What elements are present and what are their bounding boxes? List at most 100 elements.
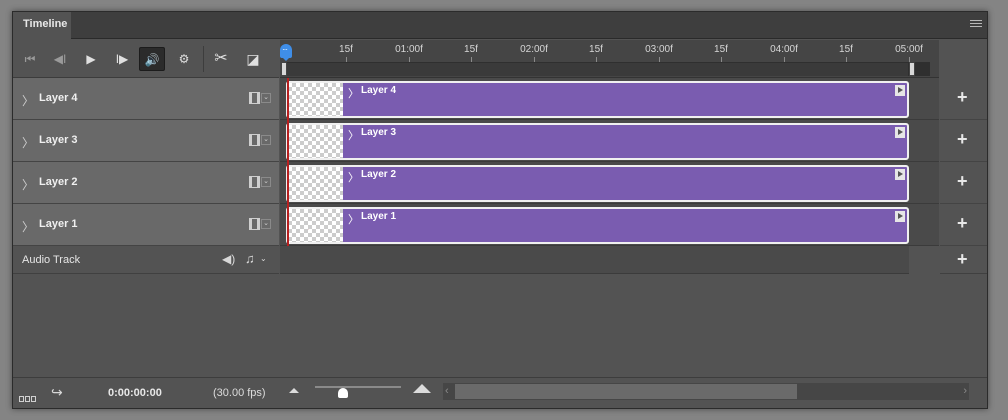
work-area-bar[interactable] [283, 62, 915, 76]
previous-frame-button[interactable]: ◀I [47, 47, 73, 71]
add-audio-button[interactable]: + [957, 249, 968, 270]
track-row: 〉 Layer 1 ⌄ . 〉 Layer 1 + [13, 204, 987, 246]
first-frame-button[interactable]: ⏮ [17, 47, 43, 71]
audio-track-header[interactable]: Audio Track ◀) ♫ ⌄ [13, 246, 279, 274]
expand-chevron-icon[interactable]: 〉 [22, 176, 34, 193]
chevron-down-icon[interactable]: ⌄ [261, 135, 271, 145]
clip-thumbnail: . [288, 209, 343, 242]
track-lane[interactable]: . 〉 Layer 4 [280, 78, 939, 120]
zoom-out-icon[interactable] [289, 388, 299, 393]
audio-track-row: Audio Track ◀) ♫ ⌄ + [13, 246, 987, 274]
clip-name: Layer 1 [361, 211, 397, 222]
scrollbar-thumb[interactable] [455, 384, 797, 399]
clip-chevron-icon[interactable]: 〉 [348, 85, 359, 101]
ruler-tick-label: 15f [339, 44, 353, 55]
chevron-down-icon[interactable]: ⌄ [261, 219, 271, 229]
track-row: 〉 Layer 3 ⌄ . 〉 Layer 3 + [13, 120, 987, 162]
track-header[interactable]: 〉 Layer 2 ⌄ [13, 162, 279, 204]
clip-name: Layer 4 [361, 85, 397, 96]
video-clip[interactable]: . 〉 Layer 2 [286, 165, 909, 202]
ruler-tick-label: 15f [589, 44, 603, 55]
track-name: Layer 3 [39, 134, 78, 146]
clip-name: Layer 3 [361, 127, 397, 138]
expand-chevron-icon[interactable]: 〉 [22, 218, 34, 235]
ruler-tick-label: 02:00f [520, 44, 548, 55]
ruler-tick-label: 05:00f [895, 44, 923, 55]
ruler-tick-label: 15f [714, 44, 728, 55]
panel-tab-bar: Timeline [13, 12, 987, 39]
track-header[interactable]: 〉 Layer 1 ⌄ [13, 204, 279, 246]
video-clip[interactable]: . 〉 Layer 1 [286, 207, 909, 244]
clip-options-icon[interactable] [895, 169, 905, 180]
track-name: Layer 2 [39, 176, 78, 188]
clip-chevron-icon[interactable]: 〉 [348, 169, 359, 185]
add-media-button[interactable]: + [957, 171, 968, 192]
frame-animation-icon[interactable] [19, 389, 39, 402]
audio-track-lane[interactable] [280, 246, 909, 274]
ruler-tick-label: 04:00f [770, 44, 798, 55]
panel-menu-icon[interactable] [970, 20, 982, 30]
clip-options-icon[interactable] [895, 85, 905, 96]
horizontal-scrollbar[interactable]: ‹ › [443, 383, 969, 400]
add-audio-column: + [940, 246, 987, 274]
next-frame-button[interactable]: I▶ [109, 47, 135, 71]
audio-toggle-button[interactable]: 🔊 [139, 47, 165, 71]
speaker-icon[interactable]: ◀) [222, 252, 235, 266]
ruler-tick-label: 01:00f [395, 44, 423, 55]
work-area-start-handle[interactable] [281, 62, 287, 76]
video-clip[interactable]: . 〉 Layer 3 [286, 123, 909, 160]
track-name: Layer 4 [39, 92, 78, 104]
timeline-panel: Timeline ⏮ ◀I ▶ I▶ 🔊 ⚙ ✂ ◪ 15f 01:00f 15… [12, 11, 988, 409]
film-strip-icon[interactable] [249, 92, 260, 104]
toolbar-divider [203, 46, 204, 72]
chevron-down-icon[interactable]: ⌄ [261, 177, 271, 187]
clip-chevron-icon[interactable]: 〉 [348, 127, 359, 143]
split-scissors-icon[interactable]: ✂ [208, 47, 234, 71]
chevron-down-icon[interactable]: ⌄ [260, 254, 267, 263]
tab-timeline[interactable]: Timeline [13, 12, 71, 39]
add-media-button[interactable]: + [957, 87, 968, 108]
clip-options-icon[interactable] [895, 127, 905, 138]
film-strip-icon[interactable] [249, 134, 260, 146]
ruler-tick-label: 15f [839, 44, 853, 55]
time-ruler[interactable]: 15f 01:00f 15f 02:00f 15f 03:00f 15f 04:… [280, 40, 939, 78]
frame-rate-display: (30.00 fps) [213, 387, 266, 399]
work-area-end-handle[interactable] [909, 62, 915, 76]
expand-chevron-icon[interactable]: 〉 [22, 134, 34, 151]
transition-icon[interactable]: ◪ [240, 47, 266, 71]
current-time-display[interactable]: 0:00:00:00 [108, 387, 162, 399]
clip-name: Layer 2 [361, 169, 397, 180]
add-media-column: + [940, 204, 987, 246]
add-media-button[interactable]: + [957, 213, 968, 234]
clip-thumbnail: . [288, 83, 343, 116]
track-header[interactable]: 〉 Layer 4 ⌄ [13, 78, 279, 120]
play-button[interactable]: ▶ [78, 47, 104, 71]
zoom-slider-track[interactable] [315, 386, 401, 388]
clip-chevron-icon[interactable]: 〉 [348, 211, 359, 227]
track-row: 〉 Layer 2 ⌄ . 〉 Layer 2 + [13, 162, 987, 204]
ruler-right-gutter [940, 40, 987, 78]
track-lane[interactable]: . 〉 Layer 2 [280, 162, 939, 204]
track-lane[interactable]: . 〉 Layer 1 [280, 204, 939, 246]
track-row: 〉 Layer 4 ⌄ . 〉 Layer 4 + [13, 78, 987, 120]
track-header[interactable]: 〉 Layer 3 ⌄ [13, 120, 279, 162]
clip-options-icon[interactable] [895, 211, 905, 222]
add-media-button[interactable]: + [957, 129, 968, 150]
music-note-icon[interactable]: ♫ [245, 251, 255, 266]
expand-chevron-icon[interactable]: 〉 [22, 92, 34, 109]
convert-arrow-icon[interactable]: ↪ [51, 384, 63, 401]
playhead-line [287, 78, 289, 274]
scroll-left-icon[interactable]: ‹ [445, 385, 449, 397]
settings-gear-icon[interactable]: ⚙ [171, 47, 197, 71]
add-media-column: + [940, 120, 987, 162]
film-strip-icon[interactable] [249, 176, 260, 188]
zoom-slider-knob[interactable] [338, 388, 348, 398]
playhead-handle[interactable]: ··· [280, 44, 292, 61]
zoom-in-icon[interactable] [413, 384, 431, 393]
video-clip[interactable]: . 〉 Layer 4 [286, 81, 909, 118]
film-strip-icon[interactable] [249, 218, 260, 230]
track-lane[interactable]: . 〉 Layer 3 [280, 120, 939, 162]
scroll-right-icon[interactable]: › [963, 385, 967, 397]
chevron-down-icon[interactable]: ⌄ [261, 93, 271, 103]
playback-controls: ⏮ ◀I ▶ I▶ 🔊 ⚙ ✂ ◪ [13, 40, 279, 78]
